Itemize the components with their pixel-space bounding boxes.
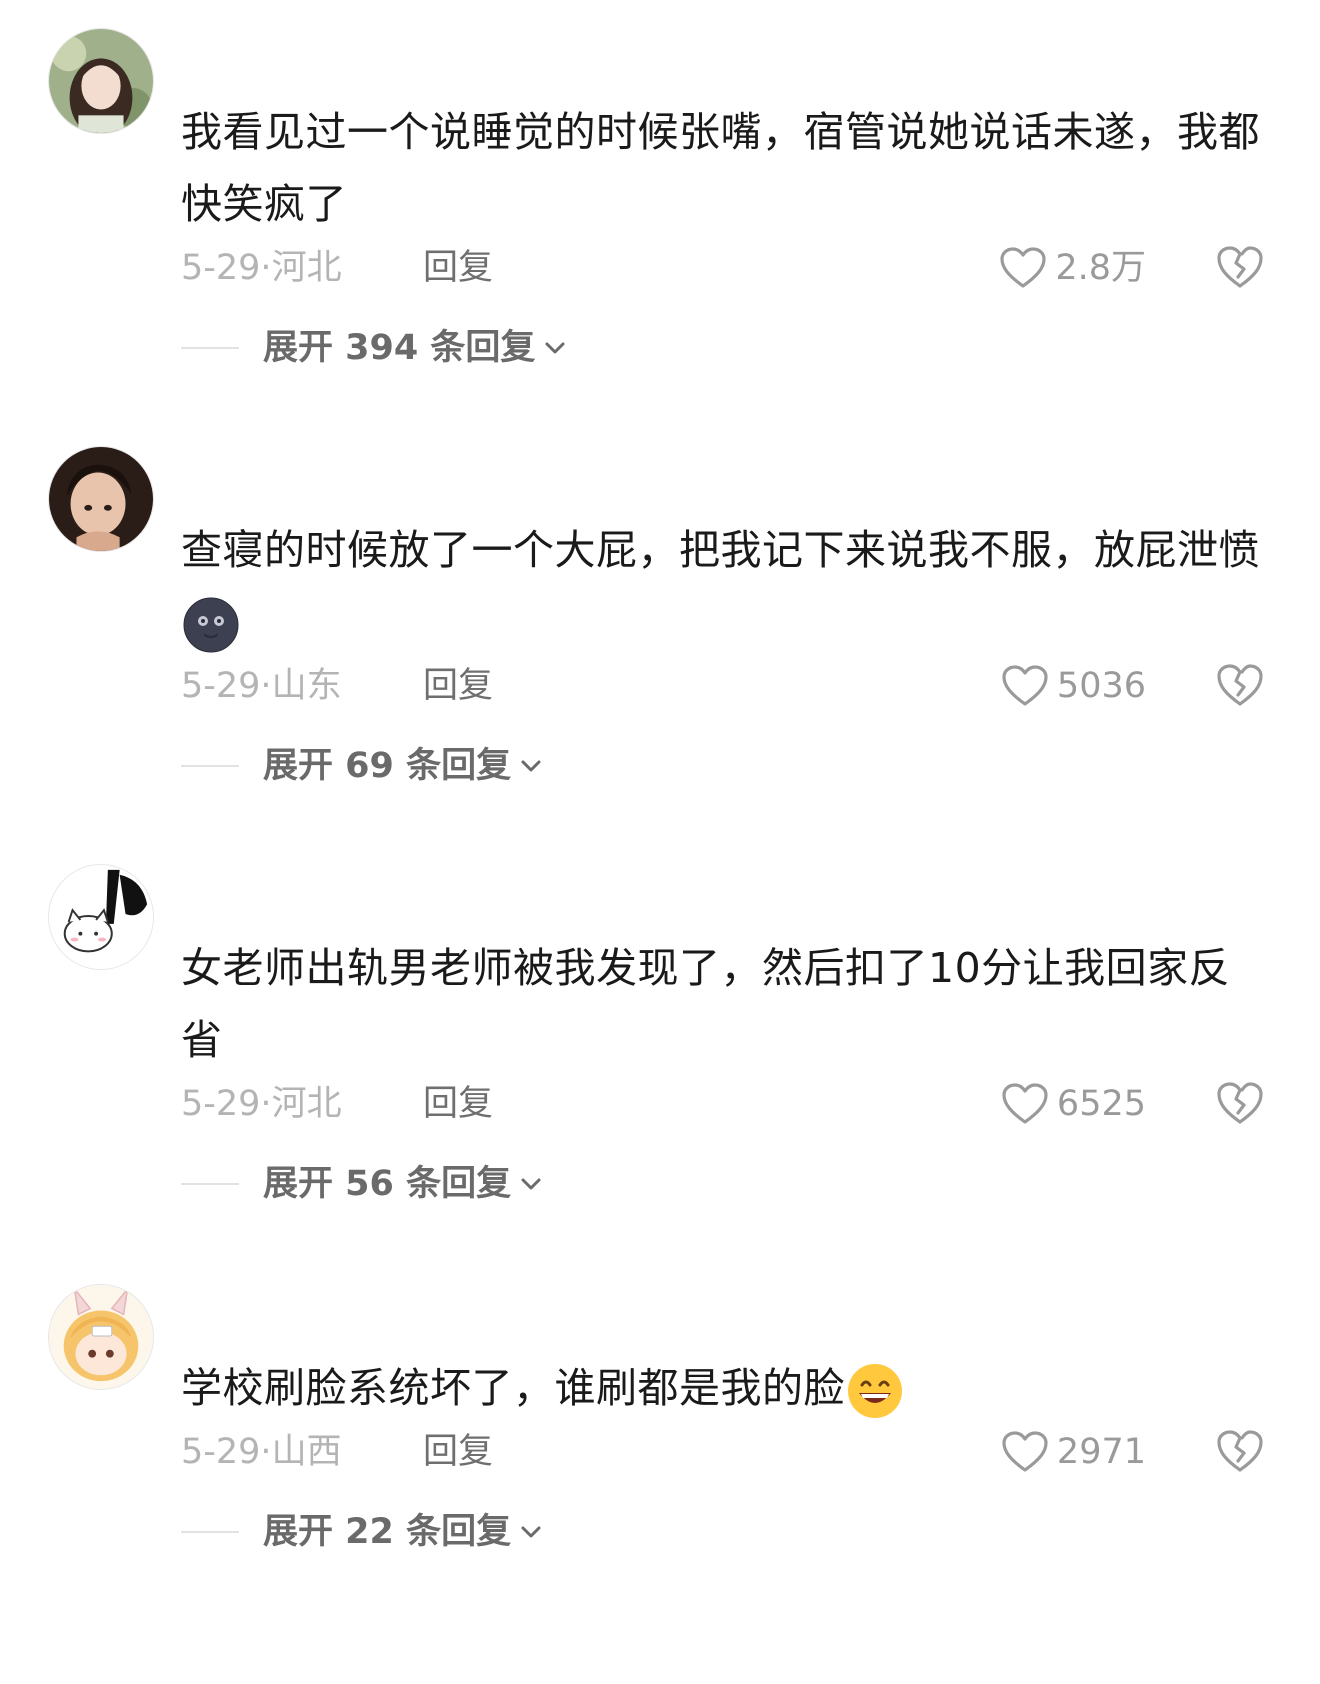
comment-item: 学校刷脸系统坏了，谁刷都是我的脸 5-29·山西 回复 2971 展开 22 条… — [0, 1284, 1320, 1684]
divider-line — [181, 1183, 239, 1185]
avatar-anime-bunny-icon — [49, 1285, 153, 1389]
avatar[interactable] — [48, 28, 154, 134]
divider-line — [181, 1531, 239, 1533]
reply-button[interactable]: 回复 — [423, 660, 493, 712]
chevron-down-icon — [519, 1520, 543, 1544]
divider-line — [181, 765, 239, 767]
comment-location: 河北 — [271, 248, 342, 288]
comment-meta: 5-29·河北 — [181, 1084, 342, 1124]
reply-button[interactable]: 回复 — [423, 242, 493, 294]
comment-text: 女老师出轨男老师被我发现了，然后扣了10分让我回家反省 — [181, 944, 1231, 1064]
divider-line — [181, 347, 239, 349]
like-button[interactable]: 2.8万 — [999, 242, 1146, 294]
like-count: 2.8万 — [1055, 248, 1146, 288]
grinning-face-emoji-icon — [847, 1363, 903, 1419]
expand-replies-button[interactable]: 展开 394 条回复 — [181, 322, 567, 374]
chevron-down-icon — [543, 336, 567, 360]
expand-replies-button[interactable]: 展开 22 条回复 — [181, 1506, 543, 1558]
like-count: 5036 — [1056, 666, 1146, 706]
dislike-button[interactable] — [1216, 662, 1264, 708]
comment-text: 我看见过一个说睡觉的时候张嘴，宿管说她说话未遂，我都快笑疯了 — [181, 108, 1260, 228]
comment-meta: 5-29·河北 — [181, 248, 342, 288]
comment-meta: 5-29·山西 — [181, 1432, 342, 1472]
heart-outline-icon — [1002, 665, 1048, 706]
broken-heart-icon — [1217, 1082, 1263, 1124]
like-button[interactable]: 5036 — [1001, 660, 1146, 712]
comment-text: 学校刷脸系统坏了，谁刷都是我的脸 — [181, 1352, 1261, 1424]
chevron-down-icon — [519, 1172, 543, 1196]
like-count: 6525 — [1056, 1084, 1146, 1124]
dislike-button[interactable] — [1216, 1080, 1264, 1126]
heart-outline-icon — [1002, 1083, 1048, 1124]
avatar-girl-garden-icon — [49, 29, 153, 133]
comment-location: 山东 — [271, 666, 342, 706]
new-moon-face-emoji-icon — [183, 597, 239, 653]
like-button[interactable]: 2971 — [1001, 1426, 1146, 1478]
heart-outline-icon — [1002, 1431, 1048, 1472]
avatar[interactable] — [48, 864, 154, 970]
avatar-cartoon-cat-icon — [49, 865, 153, 969]
dislike-button[interactable] — [1216, 244, 1264, 290]
comment-item: 我看见过一个说睡觉的时候张嘴，宿管说她说话未遂，我都快笑疯了 5-29·河北 回… — [0, 28, 1320, 428]
reply-button[interactable]: 回复 — [423, 1078, 493, 1130]
comment-meta: 5-29·山东 — [181, 666, 342, 706]
expand-replies-button[interactable]: 展开 69 条回复 — [181, 740, 543, 792]
comment-item: 女老师出轨男老师被我发现了，然后扣了10分让我回家反省 5-29·河北 回复 6… — [0, 864, 1320, 1264]
broken-heart-icon — [1217, 664, 1263, 706]
reply-button[interactable]: 回复 — [423, 1426, 493, 1478]
avatar[interactable] — [48, 1284, 154, 1390]
chevron-down-icon — [519, 754, 543, 778]
comment-text: 查寝的时候放了一个大屁，把我记下来说我不服，放屁泄愤 — [181, 514, 1261, 658]
like-count: 2971 — [1056, 1432, 1146, 1472]
comment-location: 山西 — [271, 1432, 342, 1472]
comment-item: 查寝的时候放了一个大屁，把我记下来说我不服，放屁泄愤 5-29·山东 回复 50… — [0, 446, 1320, 846]
expand-replies-button[interactable]: 展开 56 条回复 — [181, 1158, 543, 1210]
broken-heart-icon — [1217, 246, 1263, 288]
broken-heart-icon — [1217, 1430, 1263, 1472]
like-button[interactable]: 6525 — [1001, 1078, 1146, 1130]
avatar-girl-dark-icon — [49, 447, 153, 551]
dislike-button[interactable] — [1216, 1428, 1264, 1474]
avatar[interactable] — [48, 446, 154, 552]
heart-outline-icon — [1000, 247, 1046, 288]
comment-location: 河北 — [271, 1084, 342, 1124]
